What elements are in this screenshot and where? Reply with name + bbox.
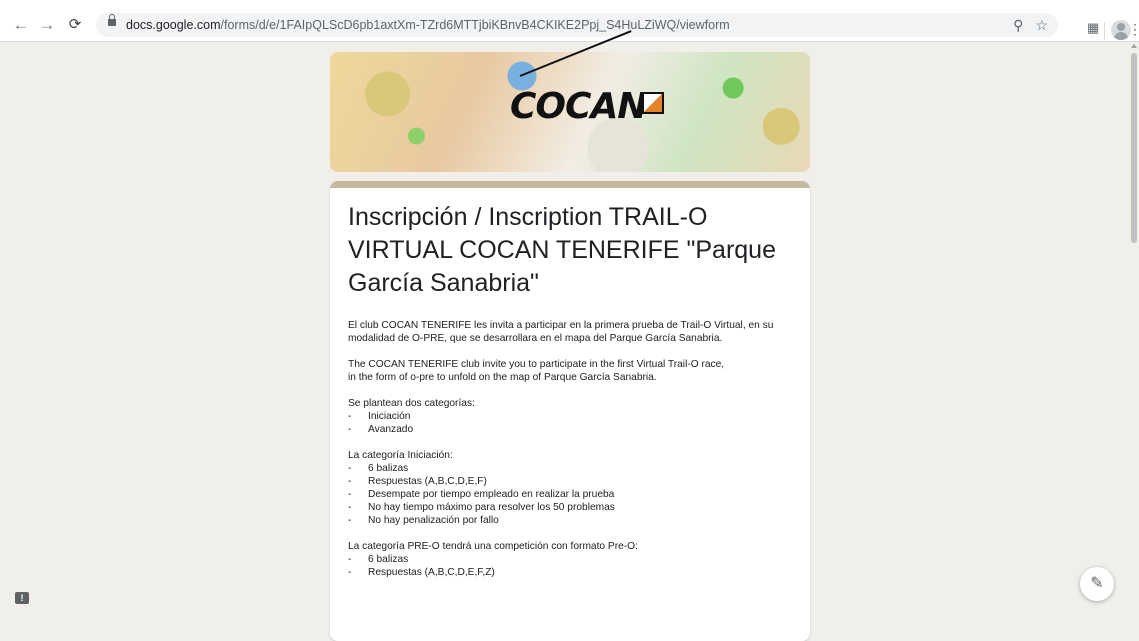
browser-toolbar: ← → ⟳ docs.google.com/forms/d/e/1FAIpQLS…	[0, 8, 1139, 42]
iniciacion-list: 6 balizas Respuestas (A,B,C,D,E,F) Desem…	[348, 462, 798, 527]
list-item: No hay tiempo máximo para resolver los 5…	[348, 501, 798, 514]
toolbar-divider	[1104, 22, 1105, 40]
zoom-icon[interactable]: ⚲	[1013, 16, 1023, 34]
categories-list: Iniciación Avanzado	[348, 410, 798, 436]
form-title-card: Inscripción / Inscription TRAIL-O VIRTUA…	[330, 181, 810, 641]
extensions-icon[interactable]: ▦	[1087, 20, 1099, 36]
url-host: docs.google.com	[126, 18, 221, 32]
page-scrollbar[interactable]	[1129, 43, 1139, 615]
list-item: No hay penalización por fallo	[348, 514, 798, 527]
star-icon[interactable]: ☆	[1035, 16, 1048, 34]
scroll-thumb[interactable]	[1131, 53, 1137, 243]
lock-icon[interactable]	[108, 14, 116, 26]
list-item: Iniciación	[348, 410, 798, 423]
address-bar[interactable]: docs.google.com/forms/d/e/1FAIpQLScD6pb1…	[96, 13, 1058, 37]
omnibox-actions: ⚲ ☆	[1013, 16, 1048, 34]
form-title: Inscripción / Inscription TRAIL-O VIRTUA…	[348, 203, 776, 297]
back-arrow-icon[interactable]: ←	[10, 14, 32, 36]
pencil-icon[interactable]: ✎	[1080, 567, 1114, 601]
intro-english: The COCAN TENERIFE club invite you to pa…	[348, 359, 725, 383]
scroll-up-arrow-icon[interactable]	[1131, 44, 1137, 48]
url-text[interactable]: docs.google.com/forms/d/e/1FAIpQLScD6pb1…	[126, 18, 730, 32]
list-item: 6 balizas	[348, 462, 798, 475]
forward-arrow-icon[interactable]: →	[36, 14, 58, 36]
form-description: El club COCAN TENERIFE les invita a part…	[348, 319, 798, 592]
categories-heading: Se plantean dos categorías:	[348, 398, 475, 409]
card-accent-bar	[330, 181, 810, 188]
list-item: Avanzado	[348, 423, 798, 436]
reload-icon[interactable]: ⟳	[64, 14, 86, 36]
kebab-menu-icon[interactable]: ⋮	[1128, 20, 1139, 38]
feedback-icon[interactable]: !	[15, 592, 29, 604]
list-item: Desempate por tiempo empleado en realiza…	[348, 488, 798, 501]
preo-list: 6 balizas Respuestas (A,B,C,D,E,F,Z)	[348, 553, 798, 579]
list-item: 6 balizas	[348, 553, 798, 566]
cocan-logo: COCAN	[510, 86, 647, 127]
intro-spanish: El club COCAN TENERIFE les invita a part…	[348, 320, 774, 344]
tab-strip	[0, 0, 1139, 9]
list-item: Respuestas (A,B,C,D,E,F,Z)	[348, 566, 798, 579]
iniciacion-heading: La categoría Iniciación:	[348, 450, 453, 461]
orienteering-flag-icon	[642, 92, 664, 114]
url-path: /forms/d/e/1FAIpQLScD6pb1axtXm-TZrd6MTTj…	[220, 18, 730, 32]
preo-heading: La categoría PRE-O tendrá una competició…	[348, 541, 638, 552]
list-item: Respuestas (A,B,C,D,E,F)	[348, 475, 798, 488]
